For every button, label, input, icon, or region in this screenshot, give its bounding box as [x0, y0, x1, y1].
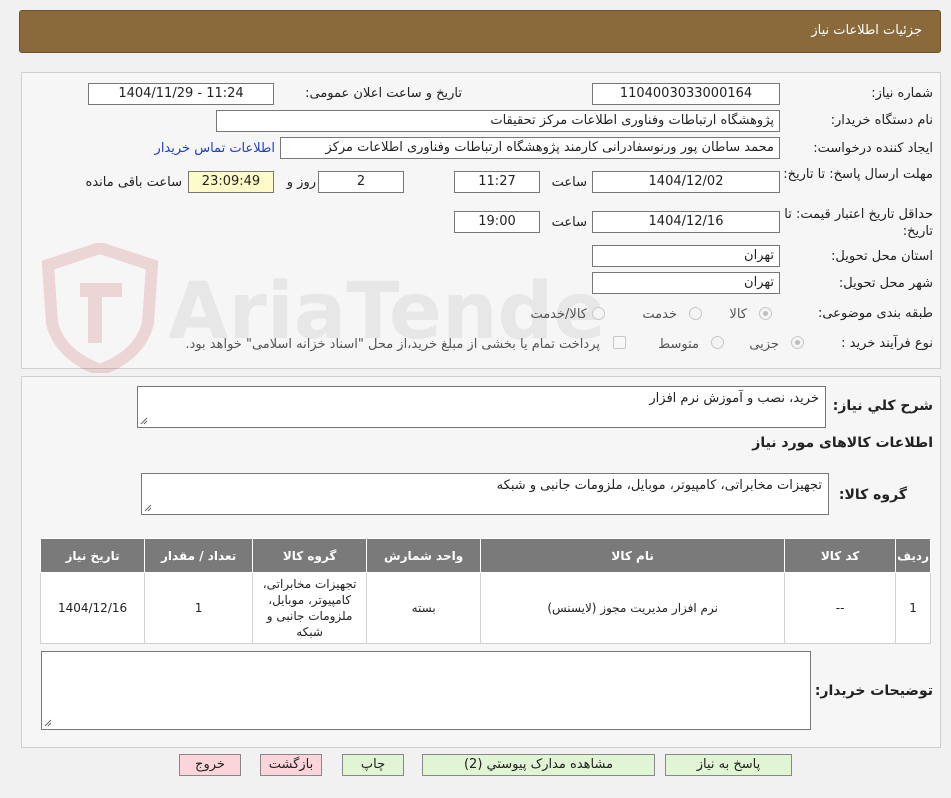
- col-unit-header: واحد شمارش: [366, 538, 482, 573]
- page-title: جزئیات اطلاعات نیاز: [811, 23, 922, 38]
- exit-button[interactable]: خروج: [179, 754, 241, 776]
- province-field: تهران: [592, 245, 780, 267]
- category-label: طبقه بندی موضوعی:: [817, 306, 933, 321]
- goods-group-field[interactable]: تجهیزات مخابراتی، کامپیوتر، موبایل، ملزو…: [141, 473, 829, 515]
- table-row: 1 -- نرم افزار مدیریت مجوز (لایسنس) بسته…: [39, 572, 931, 644]
- cell-name: نرم افزار مدیریت مجوز (لایسنس): [480, 572, 786, 644]
- category-goods-service-label: کالا/خدمت: [530, 307, 587, 322]
- page-header: جزئیات اطلاعات نیاز: [19, 10, 941, 53]
- table-header-row: ردیف کد کالا نام کالا واحد شمارش گروه کا…: [39, 538, 931, 573]
- back-button[interactable]: بازگشت: [260, 754, 322, 776]
- col-code-header: کد کالا: [784, 538, 897, 573]
- category-goods-label: کالا: [729, 307, 747, 322]
- days-remaining-field: 2: [318, 171, 404, 193]
- buyer-contact-link[interactable]: اطلاعات تماس خریدار: [155, 141, 275, 156]
- buyer-notes-field[interactable]: [41, 651, 811, 730]
- treasury-checkbox[interactable]: [613, 336, 626, 349]
- deadline-label: مهلت ارسال پاسخ: تا تاریخ:: [783, 167, 933, 182]
- announce-field: 1404/11/29 - 11:24: [88, 83, 274, 105]
- remaining-label: ساعت باقی مانده: [85, 175, 182, 190]
- col-qty-header: تعداد / مقدار: [144, 538, 254, 573]
- city-field: تهران: [592, 272, 780, 294]
- resize-grip-icon[interactable]: [140, 417, 148, 425]
- treasury-note: پرداخت تمام یا بخشی از مبلغ خرید،از محل …: [185, 337, 600, 352]
- validity-date-field: 1404/12/16: [592, 211, 780, 233]
- col-group-header: گروه کالا: [252, 538, 368, 573]
- category-goods-service-radio[interactable]: [592, 307, 605, 320]
- col-row-header: ردیف: [895, 538, 931, 573]
- description-text: خرید، نصب و آموزش نرم افزار: [649, 391, 819, 406]
- goods-group-text: تجهیزات مخابراتی، کامپیوتر، موبایل، ملزو…: [496, 478, 822, 493]
- buyer-org-field: پژوهشگاه ارتباطات وفناوری اطلاعات مرکز ت…: [216, 110, 780, 132]
- cell-qty: 1: [144, 572, 254, 644]
- announce-label: تاریخ و ساعت اعلان عمومی:: [305, 86, 462, 101]
- attachments-button[interactable]: مشاهده مدارک پیوستي (2): [422, 754, 655, 776]
- category-service-label: خدمت: [642, 307, 677, 322]
- days-label: روز و: [286, 175, 316, 190]
- category-goods-radio[interactable]: [759, 307, 772, 320]
- goods-group-label: گروه کالا:: [838, 487, 907, 503]
- city-label: شهر محل تحویل:: [838, 276, 933, 291]
- description-label: شرح کلي نياز:: [832, 398, 933, 414]
- cell-unit: بسته: [366, 572, 482, 644]
- province-label: استان محل تحویل:: [831, 249, 933, 264]
- validity-time-field: 19:00: [454, 211, 540, 233]
- deadline-time-label: ساعت: [551, 175, 587, 190]
- goods-table: ردیف کد کالا نام کالا واحد شمارش گروه کا…: [39, 538, 931, 644]
- resize-grip-icon[interactable]: [144, 504, 152, 512]
- process-label: نوع فرآیند خرید :: [841, 336, 933, 351]
- cell-row: 1: [895, 572, 931, 644]
- col-date-header: تاریخ نیاز: [39, 538, 146, 573]
- need-number-label: شماره نیاز:: [871, 86, 933, 101]
- process-partial-radio[interactable]: [791, 336, 804, 349]
- cell-group: تجهیزات مخابراتی، کامپیوتر، موبایل، ملزو…: [252, 572, 368, 644]
- print-button[interactable]: چاپ: [342, 754, 404, 776]
- goods-info-title: اطلاعات کالاهای مورد نیاز: [752, 435, 933, 451]
- cell-date: 1404/12/16: [39, 572, 146, 644]
- deadline-time-field: 11:27: [454, 171, 540, 193]
- resize-grip-icon[interactable]: [44, 719, 52, 727]
- validity-label: حداقل تاریخ اعتبار قیمت: تا تاریخ:: [784, 207, 933, 239]
- deadline-date-field: 1404/12/02: [592, 171, 780, 193]
- description-field[interactable]: خرید، نصب و آموزش نرم افزار: [137, 386, 826, 428]
- cell-code: --: [784, 572, 897, 644]
- process-medium-label: متوسط: [658, 337, 699, 352]
- reply-button[interactable]: پاسخ به نیاز: [665, 754, 792, 776]
- need-number-field: 1104003033000164: [592, 83, 780, 105]
- buyer-org-label: نام دستگاه خریدار:: [830, 113, 933, 128]
- validity-time-label: ساعت: [551, 215, 587, 230]
- category-service-radio[interactable]: [689, 307, 702, 320]
- process-medium-radio[interactable]: [711, 336, 724, 349]
- remaining-time-field: 23:09:49: [188, 171, 274, 193]
- buyer-notes-label: توضیحات خریدار:: [814, 683, 933, 699]
- creator-label: ایجاد کننده درخواست:: [813, 141, 933, 156]
- process-partial-label: جزیی: [749, 337, 779, 352]
- col-name-header: نام کالا: [480, 538, 786, 573]
- creator-field: محمد ساطان پور ورنوسفادرانی کارمند پژوهش…: [280, 137, 780, 159]
